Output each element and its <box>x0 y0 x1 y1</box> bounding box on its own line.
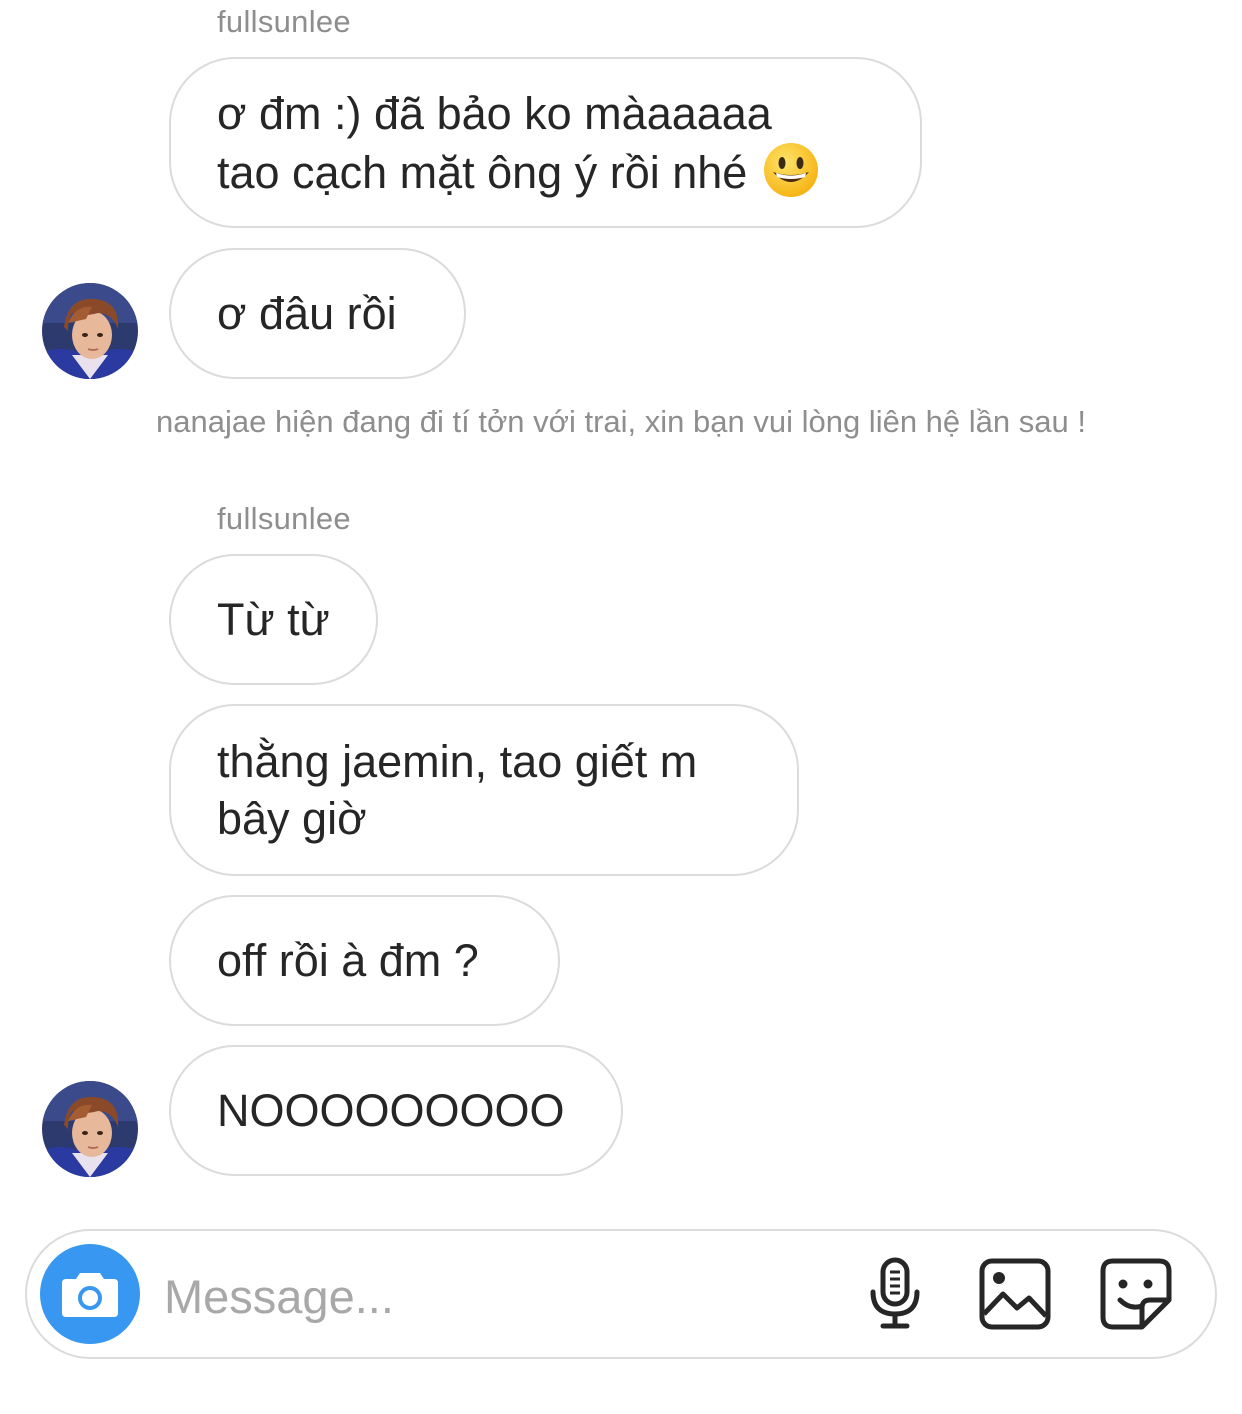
message-bubble[interactable]: off rồi à đm ? <box>169 895 560 1026</box>
camera-icon <box>62 1273 118 1317</box>
message-text: off rồi à đm ? <box>217 935 479 986</box>
grinning-face-emoji <box>764 142 819 197</box>
message-bubble[interactable]: thằng jaemin, tao giết m bây giờ <box>169 704 799 876</box>
message-composer <box>25 1229 1217 1359</box>
avatar[interactable] <box>42 1081 138 1177</box>
sticker-icon[interactable] <box>1098 1256 1174 1332</box>
message-input[interactable] <box>164 1267 814 1325</box>
avatar-photo <box>42 1081 138 1177</box>
message-text: thằng jaemin, tao giết m bây giờ <box>217 736 698 844</box>
microphone-icon[interactable] <box>857 1256 933 1332</box>
message-bubble[interactable]: ơ đm :) đã bảo ko màaaaaa tao cạch mặt ô… <box>169 57 922 228</box>
message-bubble[interactable]: NOOOOOOOOO <box>169 1045 623 1176</box>
sender-name: fullsunlee <box>217 501 351 536</box>
gallery-icon[interactable] <box>977 1256 1053 1332</box>
sender-name: fullsunlee <box>217 4 351 39</box>
message-text: ơ đâu rồi <box>217 288 397 339</box>
message-bubble[interactable]: Từ từ <box>169 554 378 685</box>
avatar-photo <box>42 283 138 379</box>
status-notice: nanajae hiện đang đi tí tởn với trai, xi… <box>156 404 1086 439</box>
message-text: NOOOOOOOOO <box>217 1085 565 1136</box>
message-bubble[interactable]: ơ đâu rồi <box>169 248 466 379</box>
camera-button[interactable] <box>40 1244 140 1344</box>
message-text: Từ từ <box>217 594 330 645</box>
avatar[interactable] <box>42 283 138 379</box>
message-text: ơ đm :) đã bảo ko màaaaaa tao cạch mặt ô… <box>217 85 819 201</box>
